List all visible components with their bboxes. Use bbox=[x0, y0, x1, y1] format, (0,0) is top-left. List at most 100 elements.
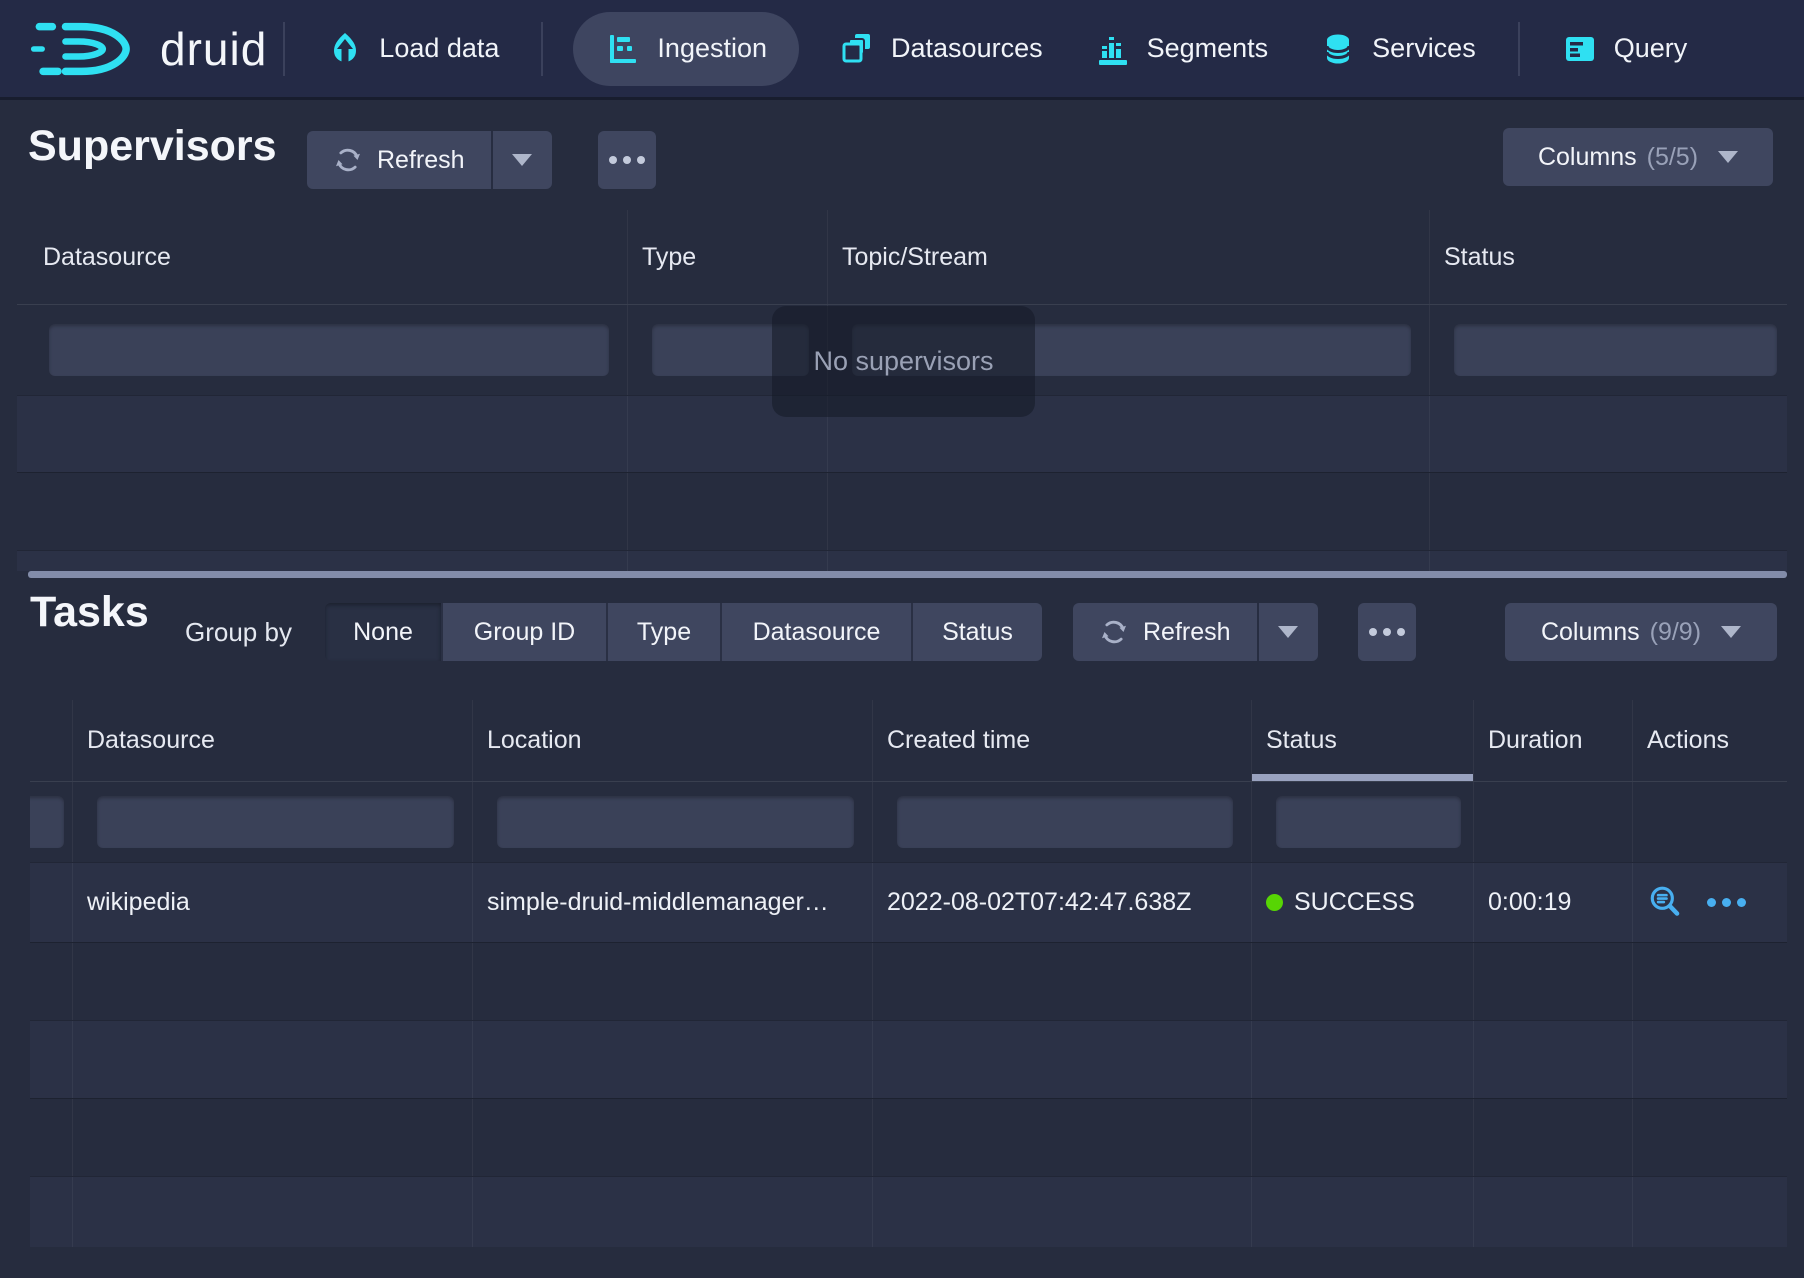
group-by-none-button[interactable]: None bbox=[325, 603, 443, 661]
view-logs-icon bbox=[1647, 884, 1685, 922]
nav-item-segments[interactable]: Segments bbox=[1069, 0, 1295, 97]
caret-down-icon bbox=[1721, 626, 1741, 638]
more-icon bbox=[609, 156, 645, 164]
nav-item-label: Load data bbox=[379, 33, 499, 64]
supervisors-more-button[interactable] bbox=[598, 131, 656, 189]
column-header-blank bbox=[30, 700, 73, 781]
tasks-header-row: Datasource Location Created time Status … bbox=[30, 700, 1787, 782]
column-header-status[interactable]: Status bbox=[1252, 700, 1474, 781]
tasks-refresh-button[interactable]: Refresh bbox=[1073, 603, 1257, 661]
group-by-group-id-button[interactable]: Group ID bbox=[443, 603, 608, 661]
supervisors-title: Supervisors bbox=[28, 122, 277, 171]
task-actions bbox=[1633, 863, 1787, 942]
columns-count: (9/9) bbox=[1650, 618, 1701, 647]
sort-indicator bbox=[1252, 774, 1473, 781]
task-status: SUCCESS bbox=[1252, 863, 1474, 942]
nav-item-label: Ingestion bbox=[657, 33, 767, 64]
task-duration: 0:00:19 bbox=[1474, 863, 1633, 942]
column-header-datasource[interactable]: Datasource bbox=[17, 210, 628, 304]
filter-location-input[interactable] bbox=[497, 796, 854, 848]
tasks-columns-button[interactable]: Columns (9/9) bbox=[1505, 603, 1777, 661]
columns-label: Columns bbox=[1541, 618, 1640, 647]
top-nav: druid Load data Ingestion bbox=[0, 0, 1804, 100]
refresh-icon bbox=[1099, 617, 1129, 647]
tasks-more-button[interactable] bbox=[1358, 603, 1416, 661]
ingestion-icon bbox=[605, 31, 641, 67]
filter-datasource-input[interactable] bbox=[97, 796, 454, 848]
empty-row bbox=[30, 1098, 1787, 1176]
task-location: simple-druid-middlemanager… bbox=[473, 863, 873, 942]
nav-item-datasources[interactable]: Datasources bbox=[813, 0, 1069, 97]
nav-item-query[interactable]: Query bbox=[1536, 0, 1714, 97]
columns-label: Columns bbox=[1538, 143, 1637, 172]
druid-logo[interactable]: druid bbox=[30, 14, 267, 84]
caret-down-icon bbox=[1278, 626, 1298, 638]
filter-created-time-input[interactable] bbox=[897, 796, 1233, 848]
nav-item-label: Segments bbox=[1147, 33, 1269, 64]
nav-item-label: Datasources bbox=[891, 33, 1043, 64]
task-datasource: wikipedia bbox=[73, 863, 473, 942]
group-by-type-button[interactable]: Type bbox=[608, 603, 722, 661]
more-icon bbox=[1369, 628, 1405, 636]
task-created-time: 2022-08-02T07:42:47.638Z bbox=[873, 863, 1252, 942]
supervisors-refresh-group: Refresh bbox=[307, 131, 552, 189]
view-logs-button[interactable] bbox=[1647, 884, 1685, 922]
logo-text: druid bbox=[160, 22, 267, 76]
datasources-icon bbox=[839, 31, 875, 67]
services-icon bbox=[1320, 31, 1356, 67]
empty-row bbox=[17, 550, 1787, 571]
refresh-icon bbox=[333, 145, 363, 175]
task-row-wikipedia[interactable]: wikipedia simple-druid-middlemanager… 20… bbox=[30, 862, 1787, 942]
column-header-status[interactable]: Status bbox=[1430, 210, 1787, 304]
supervisors-refresh-dropdown-button[interactable] bbox=[491, 131, 552, 189]
column-header-duration[interactable]: Duration bbox=[1474, 700, 1633, 781]
filter-status-input[interactable] bbox=[1276, 796, 1461, 848]
segments-icon bbox=[1095, 31, 1131, 67]
empty-row bbox=[30, 1020, 1787, 1098]
nav-item-ingestion[interactable]: Ingestion bbox=[573, 12, 799, 86]
caret-down-icon bbox=[512, 154, 532, 166]
column-header-type[interactable]: Type bbox=[628, 210, 828, 304]
column-header-datasource[interactable]: Datasource bbox=[73, 700, 473, 781]
refresh-label: Refresh bbox=[1143, 618, 1231, 647]
columns-count: (5/5) bbox=[1647, 143, 1698, 172]
horizontal-scrollbar[interactable] bbox=[28, 571, 1787, 578]
druid-logo-icon bbox=[30, 14, 142, 84]
nav-item-label: Query bbox=[1614, 33, 1688, 64]
supervisors-refresh-button[interactable]: Refresh bbox=[307, 131, 491, 189]
filter-status-input[interactable] bbox=[1454, 324, 1777, 376]
group-by-datasource-button[interactable]: Datasource bbox=[722, 603, 913, 661]
query-icon bbox=[1562, 31, 1598, 67]
empty-row bbox=[17, 472, 1787, 550]
filter-datasource-input[interactable] bbox=[49, 324, 609, 376]
tasks-table: Datasource Location Created time Status … bbox=[30, 700, 1787, 1247]
nav-divider bbox=[541, 22, 543, 76]
druid-console: druid Load data Ingestion bbox=[0, 0, 1804, 1278]
empty-row bbox=[30, 942, 1787, 1020]
column-header-topic-stream[interactable]: Topic/Stream bbox=[828, 210, 1430, 304]
supervisors-header-row: Datasource Type Topic/Stream Status bbox=[17, 210, 1787, 305]
group-by-status-button[interactable]: Status bbox=[913, 603, 1042, 661]
success-status-dot bbox=[1266, 894, 1283, 911]
caret-down-icon bbox=[1718, 151, 1738, 163]
nav-item-load-data[interactable]: Load data bbox=[301, 0, 525, 97]
no-supervisors-message: No supervisors bbox=[772, 306, 1035, 417]
nav-item-services[interactable]: Services bbox=[1294, 0, 1502, 97]
tasks-filter-row bbox=[30, 782, 1787, 862]
column-header-created-time[interactable]: Created time bbox=[873, 700, 1252, 781]
load-data-icon bbox=[327, 31, 363, 67]
group-by-label: Group by bbox=[185, 617, 292, 648]
column-header-actions[interactable]: Actions bbox=[1633, 700, 1787, 781]
tasks-title: Tasks bbox=[30, 588, 149, 637]
tasks-refresh-group: Refresh bbox=[1073, 603, 1318, 661]
nav-item-label: Services bbox=[1372, 33, 1476, 64]
nav-divider bbox=[1518, 22, 1520, 76]
refresh-label: Refresh bbox=[377, 146, 465, 175]
status-label: SUCCESS bbox=[1294, 888, 1415, 917]
nav-divider bbox=[283, 22, 285, 76]
more-actions-button[interactable] bbox=[1707, 898, 1746, 907]
supervisors-columns-button[interactable]: Columns (5/5) bbox=[1503, 128, 1773, 186]
column-header-location[interactable]: Location bbox=[473, 700, 873, 781]
filter-clipped-input[interactable] bbox=[30, 796, 64, 848]
tasks-refresh-dropdown-button[interactable] bbox=[1257, 603, 1318, 661]
